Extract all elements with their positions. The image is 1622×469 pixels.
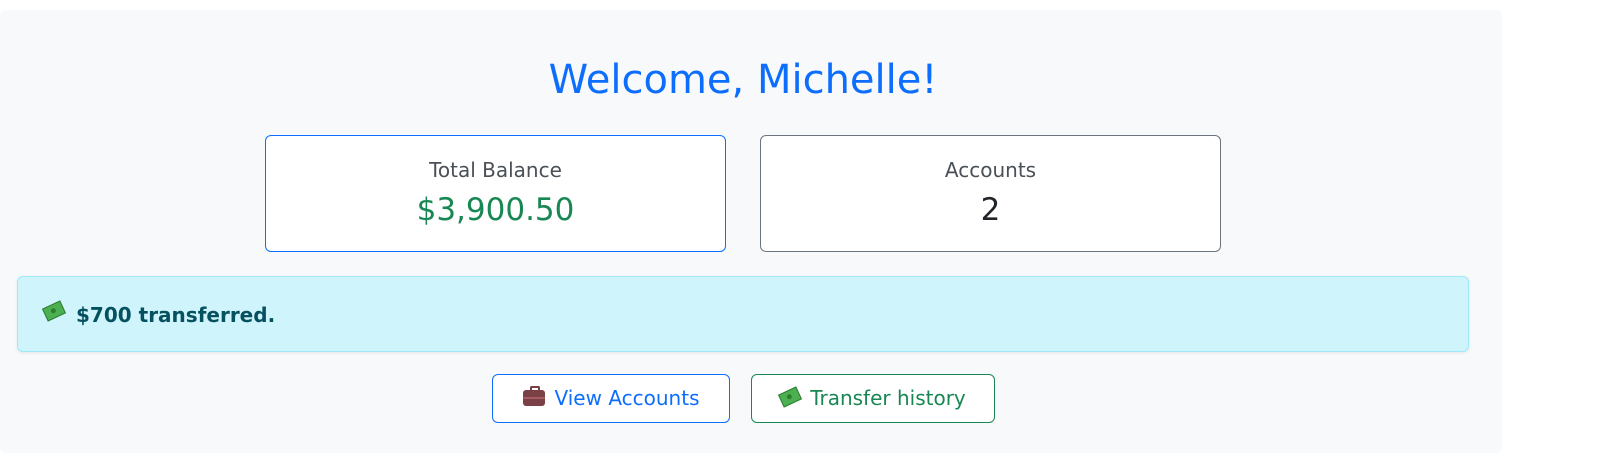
briefcase-icon	[522, 386, 545, 406]
total-balance-card: Total Balance $3,900.50	[265, 135, 726, 252]
total-balance-value: $3,900.50	[416, 192, 575, 228]
transfer-alert: $700 transferred.	[17, 276, 1469, 352]
view-accounts-button[interactable]: View Accounts	[492, 374, 730, 423]
money-with-wings-icon	[41, 300, 74, 325]
transfer-history-button[interactable]: Transfer history	[751, 374, 995, 423]
accounts-label: Accounts	[944, 158, 1037, 182]
alert-message: $700 transferred.	[76, 303, 276, 327]
accounts-card: Accounts 2	[760, 135, 1221, 252]
page-title: Welcome, Michelle!	[548, 57, 938, 103]
accounts-count: 2	[980, 192, 1001, 228]
transfer-history-label: Transfer history	[810, 386, 966, 410]
money-with-wings-icon	[778, 386, 803, 408]
view-accounts-label: View Accounts	[554, 386, 700, 410]
total-balance-label: Total Balance	[429, 158, 562, 182]
